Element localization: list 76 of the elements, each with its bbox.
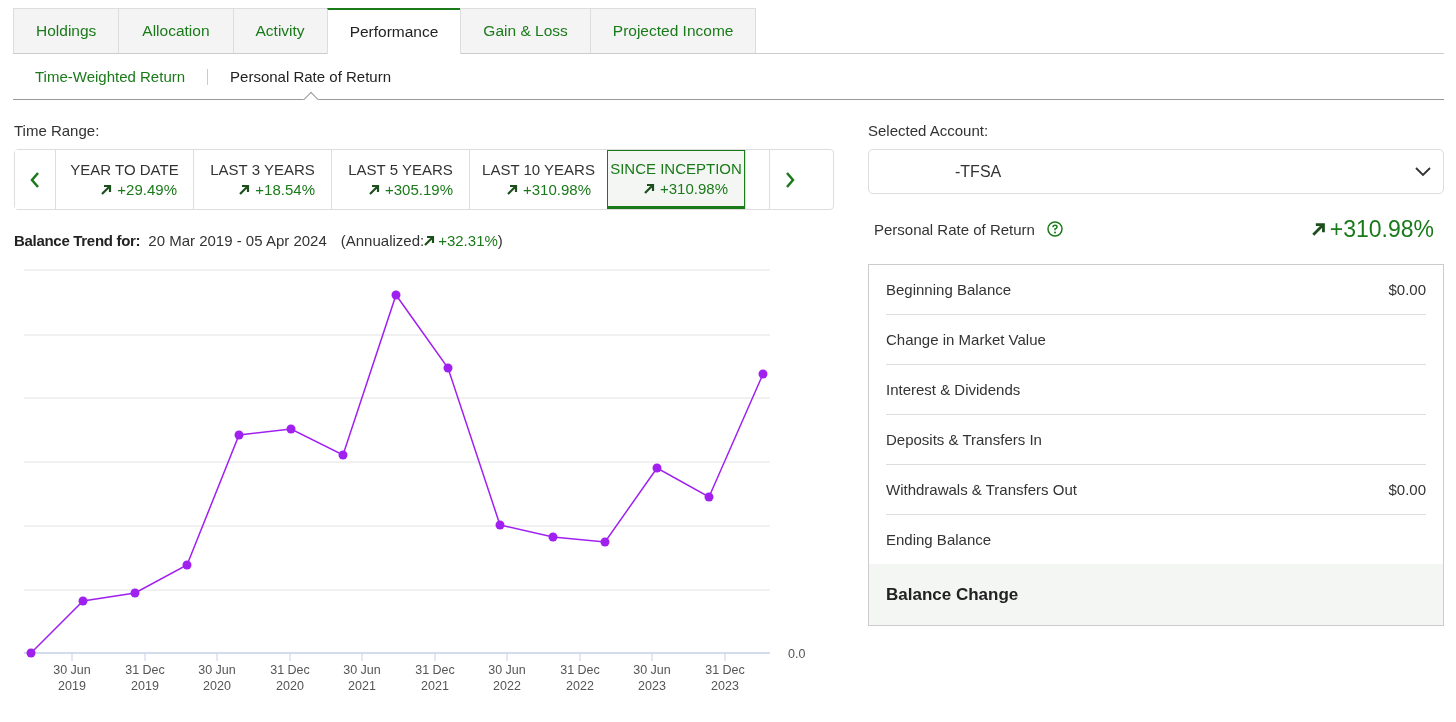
trend-up-icon bbox=[101, 184, 113, 195]
data-point bbox=[495, 520, 505, 530]
summary-label: Ending Balance bbox=[886, 531, 992, 548]
date-range: 20 Mar 2019 - 05 Apr 2024 bbox=[148, 232, 327, 249]
summary-value: $0.00 bbox=[1388, 281, 1426, 298]
annualized-value: +32.31% bbox=[438, 232, 498, 249]
data-point bbox=[130, 588, 140, 598]
data-point bbox=[234, 430, 244, 440]
tab[interactable]: Holdings bbox=[13, 8, 120, 53]
axis-label: 2023 bbox=[638, 679, 666, 693]
summary-label: Interest & Dividends bbox=[886, 381, 1021, 398]
trend-up-icon bbox=[1311, 222, 1326, 236]
axis-label: 2019 bbox=[58, 679, 86, 693]
data-point bbox=[391, 290, 401, 300]
selected-account-label: Selected Account: bbox=[868, 122, 990, 141]
axis-label: 31 Dec bbox=[705, 663, 745, 677]
axis-label: 31 Dec bbox=[125, 663, 165, 677]
balance-trend-label: Balance Trend for: bbox=[14, 232, 141, 249]
data-point bbox=[78, 596, 88, 606]
axis-label: 30 Jun bbox=[198, 663, 236, 677]
data-point bbox=[443, 363, 453, 373]
data-point bbox=[704, 492, 714, 502]
axis-label: 31 Dec bbox=[270, 663, 310, 677]
axis-label: 30 Jun bbox=[53, 663, 91, 677]
tab[interactable]: Gain & Loss bbox=[460, 8, 591, 53]
data-point bbox=[758, 369, 768, 379]
data-point bbox=[600, 537, 610, 547]
axis-label: 2022 bbox=[493, 679, 521, 693]
summary-value: $0.00 bbox=[1388, 481, 1426, 498]
personal-rate-label: Personal Rate of Return bbox=[874, 220, 1035, 238]
tab[interactable]: Projected Income bbox=[589, 8, 757, 53]
time-range-label: Time Range: bbox=[14, 122, 101, 141]
axis-label: 31 Dec bbox=[560, 663, 600, 677]
axis-label: 0.0 bbox=[788, 647, 806, 661]
summary-label: Change in Market Value bbox=[886, 331, 1046, 348]
trend-up-icon bbox=[644, 183, 655, 194]
trend-up-icon bbox=[239, 184, 251, 195]
range-option[interactable]: SINCE INCEPTION +310.98% bbox=[607, 150, 745, 209]
axis-label: 30 Jun bbox=[343, 663, 381, 677]
account-dropdown[interactable]: -TFSA bbox=[868, 149, 1444, 194]
trend-up-icon bbox=[424, 235, 436, 246]
tab[interactable]: Allocation bbox=[118, 8, 234, 53]
data-point bbox=[548, 532, 558, 542]
data-point bbox=[26, 648, 36, 658]
data-point bbox=[338, 450, 348, 460]
annualized-label: (Annualized: bbox=[340, 232, 425, 249]
axis-label: 2019 bbox=[131, 679, 159, 693]
tab[interactable]: Performance bbox=[326, 8, 462, 54]
trend-up-icon bbox=[507, 184, 518, 195]
summary-label: Withdrawals & Transfers Out bbox=[886, 481, 1077, 498]
sub-tab[interactable]: Personal Rate of Return bbox=[208, 54, 413, 99]
axis-label: 30 Jun bbox=[633, 663, 671, 677]
axis-label: 2023 bbox=[711, 679, 739, 693]
sub-tab[interactable]: Time-Weighted Return bbox=[13, 54, 208, 99]
partial-range-option[interactable] bbox=[745, 150, 770, 209]
chevron-left-icon bbox=[29, 170, 41, 189]
summary-label: Beginning Balance bbox=[886, 281, 1012, 298]
chevron-right-icon bbox=[784, 170, 796, 189]
data-point bbox=[652, 463, 662, 473]
data-point bbox=[182, 560, 192, 570]
total-label: Balance Change bbox=[886, 584, 1019, 605]
axis-label: 30 Jun bbox=[488, 663, 526, 677]
axis-label: 31 Dec bbox=[415, 663, 455, 677]
chevron-down-icon bbox=[1415, 166, 1431, 177]
axis-label: 2022 bbox=[566, 679, 594, 693]
personal-rate-value: +310.98% bbox=[1329, 215, 1434, 243]
axis-label: 2020 bbox=[276, 679, 304, 693]
trend-up-icon bbox=[369, 184, 380, 195]
axis-label: 2020 bbox=[203, 679, 231, 693]
axis-label: 2021 bbox=[348, 679, 376, 693]
closing-parenthesis: ) bbox=[497, 232, 503, 249]
data-point bbox=[286, 424, 296, 434]
summary-label: Deposits & Transfers In bbox=[886, 431, 1042, 448]
tab[interactable]: Activity bbox=[232, 8, 328, 53]
axis-label: 2021 bbox=[421, 679, 449, 693]
help-icon[interactable] bbox=[1046, 221, 1063, 237]
